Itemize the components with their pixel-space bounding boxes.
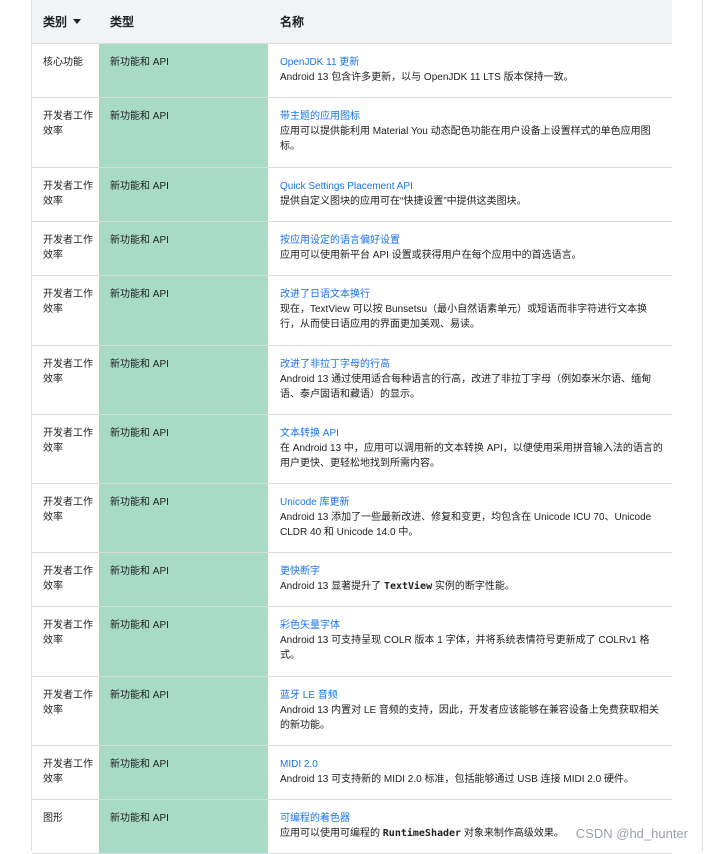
watermark: CSDN @hd_hunter — [573, 826, 690, 841]
feature-description: Android 13 可支持新的 MIDI 2.0 标准，包括能够通过 USB … — [280, 774, 634, 785]
name-cell: Quick Settings Placement API 提供自定义图块的应用可… — [268, 167, 672, 222]
type-cell: 新功能和 API — [99, 97, 268, 168]
table-row: 开发者工作效率 新功能和 API 彩色矢量字体 Android 13 可支持呈现… — [32, 606, 672, 677]
type-cell: 新功能和 API — [99, 676, 268, 746]
code-runtimeshader: RuntimeShader — [382, 828, 462, 839]
header-name: 名称 — [268, 0, 672, 44]
category-cell: 开发者工作效率 — [32, 676, 99, 746]
feature-description: Android 13 通过使用适合每种语言的行高，改进了非拉丁字母（例如泰米尔语… — [280, 374, 652, 400]
feature-link[interactable]: 彩色矢量字体 — [280, 618, 664, 633]
category-cell: 图形 — [32, 799, 99, 854]
feature-link[interactable]: OpenJDK 11 更新 — [280, 55, 664, 70]
feature-description: Android 13 内置对 LE 音频的支持，因此，开发者应该能够在兼容设备上… — [280, 705, 659, 731]
type-cell: 新功能和 API — [99, 167, 268, 222]
feature-description: Android 13 包含许多更新，以与 OpenJDK 11 LTS 版本保持… — [280, 72, 574, 83]
table-row: 开发者工作效率 新功能和 API 蓝牙 LE 音频 Android 13 内置对… — [32, 676, 672, 746]
type-cell: 新功能和 API — [99, 483, 268, 553]
table-row: 核心功能 新功能和 API OpenJDK 11 更新 Android 13 包… — [32, 43, 672, 98]
name-cell: 改进了日语文本换行 现在，TextView 可以按 Bunsetsu（最小自然语… — [268, 275, 672, 346]
feature-description: Android 13 添加了一些最新改进、修复和变更，均包含在 Unicode … — [280, 512, 652, 538]
type-cell: 新功能和 API — [99, 221, 268, 276]
category-cell: 开发者工作效率 — [32, 552, 99, 607]
name-cell: 更快断字 Android 13 显著提升了 TextView 实例的断字性能。 — [268, 552, 672, 607]
feature-link[interactable]: 按应用设定的语言偏好设置 — [280, 233, 664, 248]
feature-description: 现在，TextView 可以按 Bunsetsu（最小自然语素单元）或短语而非字… — [280, 304, 648, 330]
category-cell: 开发者工作效率 — [32, 745, 99, 800]
category-cell: 开发者工作效率 — [32, 606, 99, 677]
feature-description: 提供自定义图块的应用可在“快捷设置”中提供这类图块。 — [280, 196, 527, 207]
table-row: 开发者工作效率 新功能和 API 更快断字 Android 13 显著提升了 T… — [32, 552, 672, 607]
type-cell: 新功能和 API — [99, 275, 268, 346]
type-cell: 新功能和 API — [99, 43, 268, 98]
table-row: 开发者工作效率 新功能和 API 文本转换 API 在 Android 13 中… — [32, 414, 672, 484]
features-table: 类别 类型 名称 核心功能 新功能和 API OpenJDK 11 更新 And… — [32, 0, 672, 854]
type-cell: 新功能和 API — [99, 345, 268, 415]
feature-description: Android 13 可支持呈现 COLR 版本 1 字体，并将系统表情符号更新… — [280, 635, 650, 661]
feature-link[interactable]: 改进了日语文本换行 — [280, 287, 664, 302]
feature-description: Android 13 显著提升了 TextView 实例的断字性能。 — [280, 579, 664, 594]
description-text: 对象来制作高级效果。 — [461, 828, 564, 839]
category-cell: 开发者工作效率 — [32, 97, 99, 168]
name-cell: 带主题的应用图标 应用可以提供能利用 Material You 动态配色功能在用… — [268, 97, 672, 168]
feature-link[interactable]: 蓝牙 LE 音频 — [280, 688, 664, 703]
category-cell: 核心功能 — [32, 43, 99, 98]
name-cell: 按应用设定的语言偏好设置 应用可以使用新平台 API 设置或获得用户在每个应用中… — [268, 221, 672, 276]
description-text: 应用可以使用可编程的 — [280, 828, 383, 839]
table-row: 开发者工作效率 新功能和 API Unicode 库更新 Android 13 … — [32, 483, 672, 553]
feature-link[interactable]: 文本转换 API — [280, 426, 664, 441]
table-row: 开发者工作效率 新功能和 API 改进了日语文本换行 现在，TextView 可… — [32, 275, 672, 346]
name-cell: 彩色矢量字体 Android 13 可支持呈现 COLR 版本 1 字体，并将系… — [268, 606, 672, 677]
type-cell: 新功能和 API — [99, 745, 268, 800]
description-text: 实例的断字性能。 — [432, 581, 515, 592]
feature-link[interactable]: 更快断字 — [280, 564, 664, 579]
feature-link[interactable]: MIDI 2.0 — [280, 757, 664, 772]
name-cell: Unicode 库更新 Android 13 添加了一些最新改进、修复和变更，均… — [268, 483, 672, 553]
feature-description: 应用可以提供能利用 Material You 动态配色功能在用户设备上设置样式的… — [280, 126, 651, 152]
feature-link[interactable]: 可编程的着色器 — [280, 811, 664, 826]
table-row: 开发者工作效率 新功能和 API 改进了非拉丁字母的行高 Android 13 … — [32, 345, 672, 415]
name-cell: 改进了非拉丁字母的行高 Android 13 通过使用适合每种语言的行高，改进了… — [268, 345, 672, 415]
feature-link[interactable]: 改进了非拉丁字母的行高 — [280, 357, 664, 372]
table-row: 开发者工作效率 新功能和 API Quick Settings Placemen… — [32, 167, 672, 222]
category-cell: 开发者工作效率 — [32, 483, 99, 553]
header-name-label: 名称 — [280, 15, 305, 29]
type-cell: 新功能和 API — [99, 799, 268, 854]
category-cell: 开发者工作效率 — [32, 345, 99, 415]
sort-down-icon[interactable] — [73, 19, 82, 25]
code-textview: TextView — [383, 581, 433, 592]
category-cell: 开发者工作效率 — [32, 221, 99, 276]
name-cell: OpenJDK 11 更新 Android 13 包含许多更新，以与 OpenJ… — [268, 43, 672, 98]
feature-description: 应用可以使用新平台 API 设置或获得用户在每个应用中的首选语言。 — [280, 250, 582, 261]
type-cell: 新功能和 API — [99, 606, 268, 677]
table-row: 开发者工作效率 新功能和 API 按应用设定的语言偏好设置 应用可以使用新平台 … — [32, 221, 672, 276]
name-cell: MIDI 2.0 Android 13 可支持新的 MIDI 2.0 标准，包括… — [268, 745, 672, 800]
name-cell: 文本转换 API 在 Android 13 中，应用可以调用新的文本转换 API… — [268, 414, 672, 484]
feature-link[interactable]: Unicode 库更新 — [280, 495, 664, 510]
feature-description: 在 Android 13 中，应用可以调用新的文本转换 API，以便使用采用拼音… — [280, 443, 663, 469]
category-cell: 开发者工作效率 — [32, 167, 99, 222]
category-cell: 开发者工作效率 — [32, 275, 99, 346]
table-header-row: 类别 类型 名称 — [32, 0, 672, 44]
category-cell: 开发者工作效率 — [32, 414, 99, 484]
feature-link[interactable]: 带主题的应用图标 — [280, 109, 664, 124]
type-cell: 新功能和 API — [99, 552, 268, 607]
type-cell: 新功能和 API — [99, 414, 268, 484]
description-text: Android 13 显著提升了 — [280, 581, 384, 592]
header-type-label: 类型 — [110, 15, 135, 29]
feature-link[interactable]: Quick Settings Placement API — [280, 179, 664, 194]
table-row: 开发者工作效率 新功能和 API 带主题的应用图标 应用可以提供能利用 Mate… — [32, 97, 672, 168]
header-category-label: 类别 — [43, 15, 68, 29]
header-type: 类型 — [99, 0, 268, 44]
header-category[interactable]: 类别 — [32, 0, 99, 44]
right-border — [702, 0, 703, 851]
table-row: 开发者工作效率 新功能和 API MIDI 2.0 Android 13 可支持… — [32, 745, 672, 800]
name-cell: 蓝牙 LE 音频 Android 13 内置对 LE 音频的支持，因此，开发者应… — [268, 676, 672, 746]
